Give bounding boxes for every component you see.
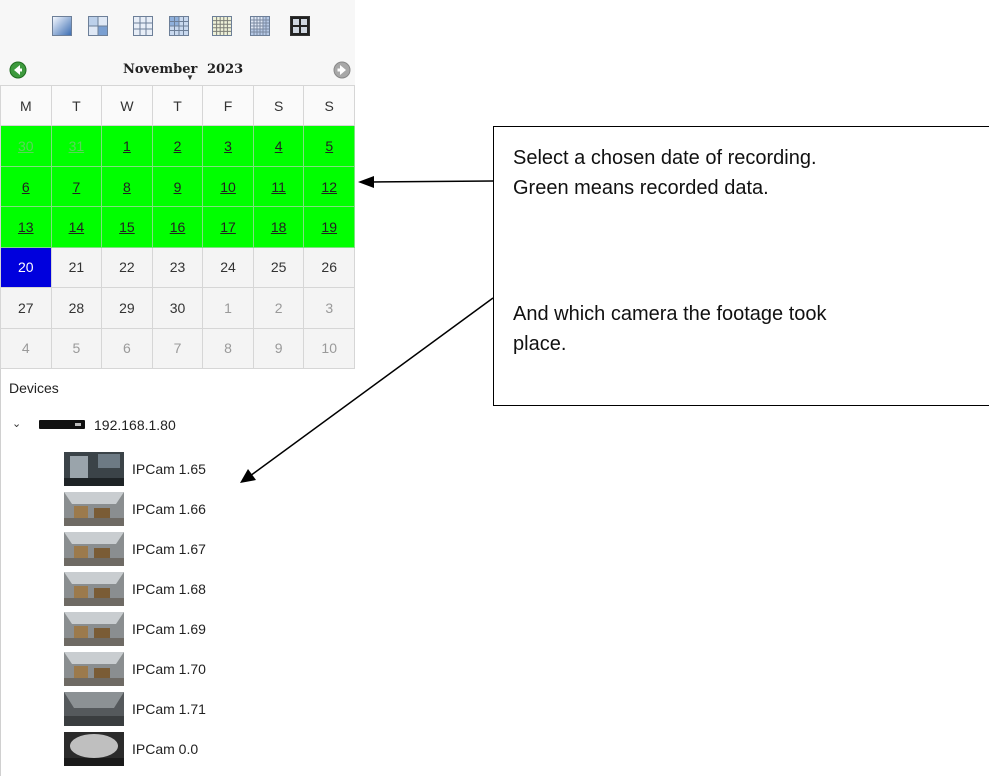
annotation-arrows xyxy=(240,176,494,483)
arrow-to-calendar xyxy=(371,180,494,183)
arrowhead-cameras-icon xyxy=(240,469,256,483)
arrow-to-cameras xyxy=(249,297,494,477)
arrowhead-calendar-icon xyxy=(358,176,374,188)
